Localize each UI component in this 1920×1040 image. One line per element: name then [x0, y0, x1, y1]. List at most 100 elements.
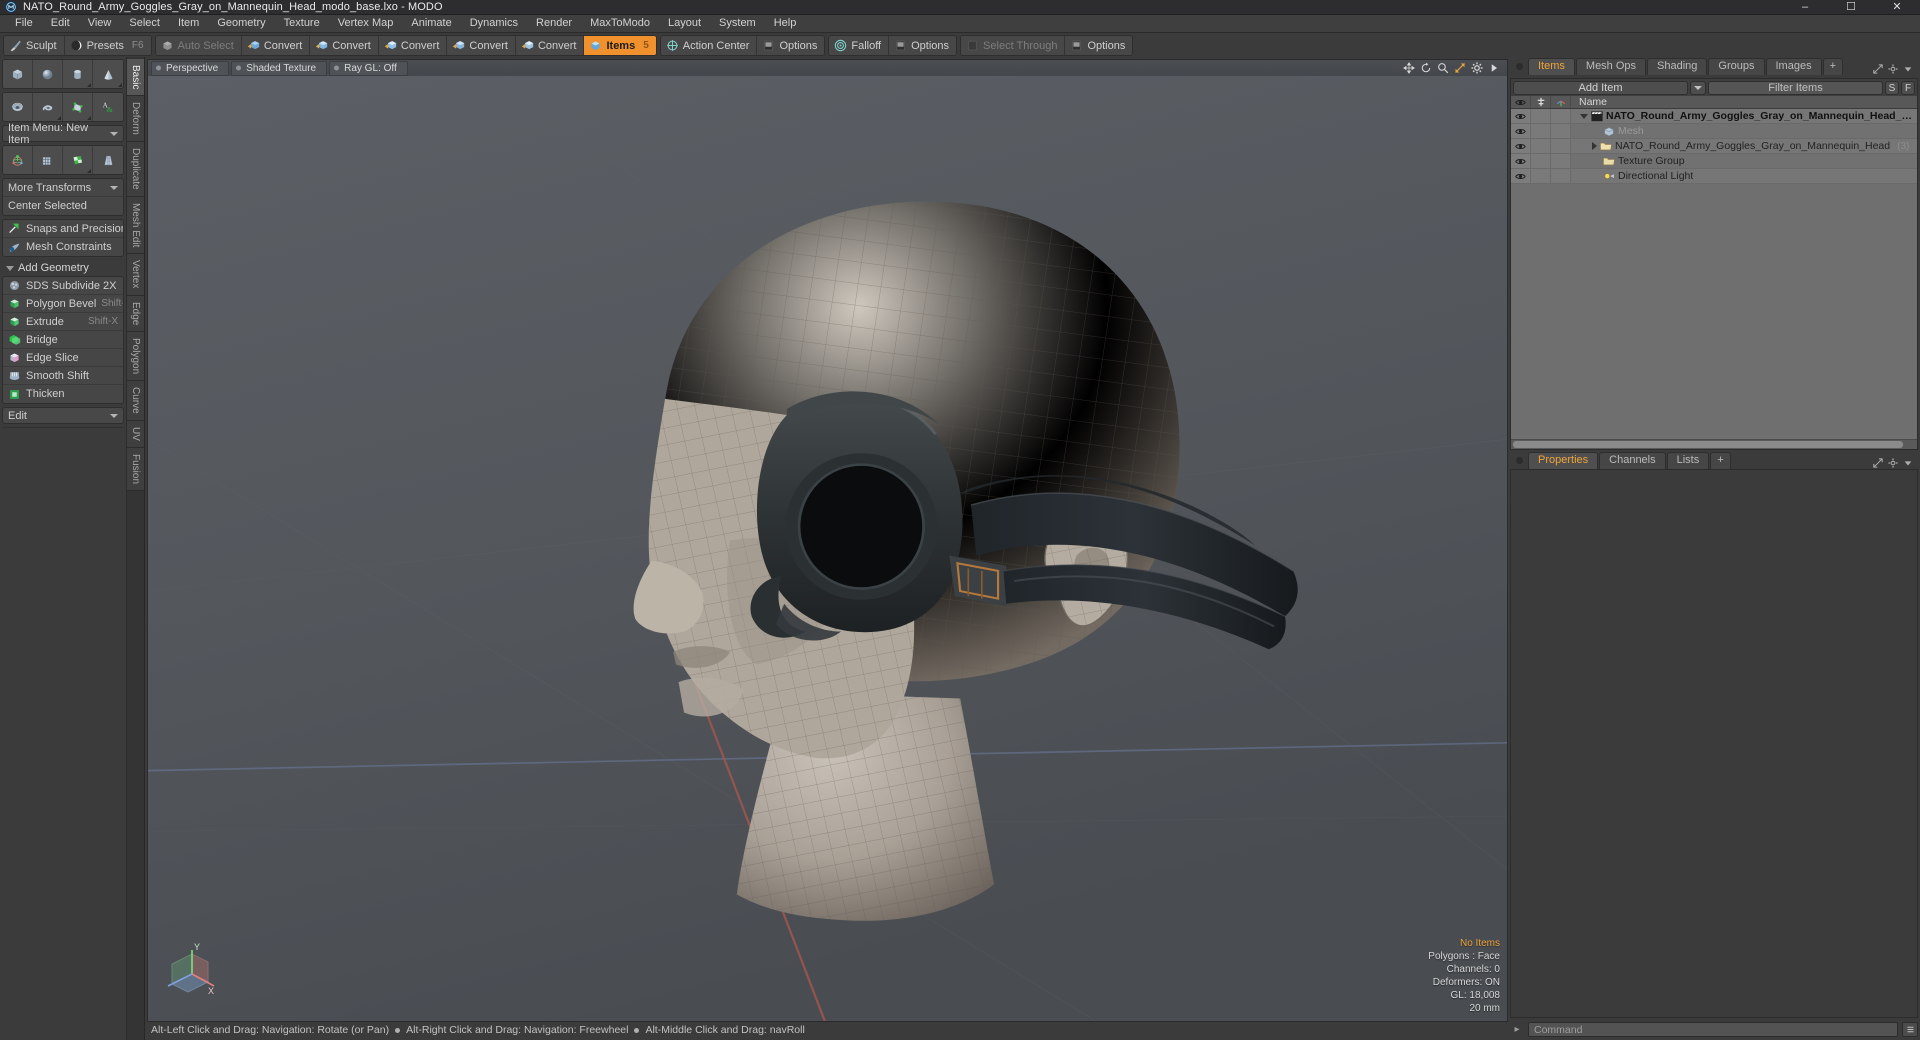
tool-smooth-shift[interactable]: Smooth Shift	[3, 367, 123, 385]
add-item-dropdown-arrow[interactable]	[1690, 81, 1706, 95]
disclosure-open-icon[interactable]	[1580, 114, 1588, 119]
toolbar-button-options-41[interactable]: Options	[1065, 36, 1132, 55]
bend-lattice-icon[interactable]	[33, 146, 63, 174]
visibility-eye-icon[interactable]	[1511, 96, 1531, 108]
gear-settings-icon[interactable]	[1471, 62, 1483, 74]
add-item-button[interactable]: Add Item	[1513, 81, 1688, 95]
item-tree-lock-cell[interactable]	[1531, 139, 1551, 153]
chevron-right-icon[interactable]: ▸	[1510, 1024, 1524, 1035]
toolbar-button-action-center-20[interactable]: Action Center	[661, 36, 758, 55]
tool-bridge[interactable]: Bridge	[3, 331, 123, 349]
item-tree-row[interactable]: Directional Light	[1511, 169, 1917, 184]
item-tree-name-cell[interactable]: Directional Light	[1571, 170, 1917, 182]
toolbar-button-options-31[interactable]: Options	[889, 36, 956, 55]
visibility-eye-icon[interactable]	[1511, 139, 1531, 153]
tab-shading[interactable]: Shading	[1647, 58, 1707, 75]
viewport-shading-selector[interactable]: Shaded Texture	[231, 61, 327, 76]
toolbar-button-presets-01[interactable]: PresetsF6	[65, 36, 151, 55]
item-tree-name-cell[interactable]: Mesh	[1571, 125, 1917, 137]
visibility-eye-icon[interactable]	[1511, 124, 1531, 138]
menu-item-animate[interactable]: Animate	[402, 16, 460, 31]
item-menu-dropdown[interactable]: Item Menu: New Item	[2, 125, 124, 142]
viewport-canvas[interactable]	[148, 60, 1507, 1021]
item-tree-name-cell[interactable]: NATO_Round_Army_Goggles_Gray_on_Mannequi…	[1571, 110, 1917, 122]
toolbar-button-convert-13[interactable]: Convert	[379, 36, 448, 55]
vertical-tab-deform[interactable]: Deform	[127, 96, 144, 142]
menu-item-maxtomodo[interactable]: MaxToModo	[581, 16, 659, 31]
3d-viewport[interactable]: Perspective Shaded Texture Ray GL: Off N…	[147, 59, 1508, 1022]
tab-lists[interactable]: Lists	[1667, 452, 1710, 469]
menu-item-layout[interactable]: Layout	[659, 16, 710, 31]
item-tree-row[interactable]: NATO_Round_Army_Goggles_Gray_on_Mannequi…	[1511, 109, 1917, 124]
menu-item-texture[interactable]: Texture	[275, 16, 329, 31]
tab-images[interactable]: Images	[1766, 58, 1822, 75]
tab-mesh-ops[interactable]: Mesh Ops	[1576, 58, 1646, 75]
tab-add[interactable]: +	[1823, 58, 1843, 75]
item-tree-axis-cell[interactable]	[1551, 124, 1571, 138]
play-arrow-icon[interactable]	[1488, 62, 1500, 74]
visibility-eye-icon[interactable]	[1511, 109, 1531, 123]
item-tree-row[interactable]: Mesh	[1511, 124, 1917, 139]
item-tree-name-cell[interactable]: NATO_Round_Army_Goggles_Gray_on_Mannequi…	[1571, 140, 1917, 152]
fit-expand-icon[interactable]	[1454, 62, 1466, 74]
chevron-down-icon[interactable]	[1903, 458, 1913, 468]
filter-select-button[interactable]: S	[1885, 81, 1899, 95]
menu-item-item[interactable]: Item	[169, 16, 208, 31]
torus-primitive-icon[interactable]	[3, 93, 33, 121]
gear-icon[interactable]	[1888, 458, 1898, 468]
toolbar-button-options-21[interactable]: Options	[757, 36, 824, 55]
toolbar-button-auto-select-10[interactable]: Auto Select	[156, 36, 242, 55]
spiral-primitive-icon[interactable]	[33, 93, 63, 121]
polygon-primitive-icon[interactable]	[63, 93, 93, 121]
toolbar-button-convert-12[interactable]: Convert	[310, 36, 379, 55]
cone-primitive-icon[interactable]	[93, 60, 123, 88]
scrollbar-thumb[interactable]	[1513, 441, 1903, 448]
item-tree-axis-cell[interactable]	[1551, 154, 1571, 168]
menu-item-vertex-map[interactable]: Vertex Map	[329, 16, 403, 31]
menu-item-dynamics[interactable]: Dynamics	[461, 16, 527, 31]
popout-icon[interactable]	[1873, 64, 1883, 74]
tool-thicken[interactable]: Thicken	[3, 385, 123, 403]
vertical-tab-vertex[interactable]: Vertex	[127, 254, 144, 295]
visibility-eye-icon[interactable]	[1511, 154, 1531, 168]
menu-item-select[interactable]: Select	[120, 16, 169, 31]
command-input[interactable]: Command	[1528, 1022, 1898, 1037]
viewport-raygl-toggle[interactable]: Ray GL: Off	[329, 61, 408, 76]
edit-dropdown[interactable]: Edit	[2, 407, 124, 424]
menu-item-help[interactable]: Help	[765, 16, 806, 31]
tool-edge-slice[interactable]: Edge Slice	[3, 349, 123, 367]
more-transforms-dropdown[interactable]: More Transforms	[3, 179, 123, 197]
menu-item-file[interactable]: File	[6, 16, 42, 31]
menu-item-geometry[interactable]: Geometry	[208, 16, 274, 31]
mesh-constraints-button[interactable]: Mesh Constraints	[3, 238, 123, 256]
tool-polygon-bevel[interactable]: Polygon BevelShift-B	[3, 295, 123, 313]
vertical-tab-curve[interactable]: Curve	[127, 381, 144, 421]
vertical-tab-polygon[interactable]: Polygon	[127, 332, 144, 381]
item-tree-row[interactable]: Texture Group	[1511, 154, 1917, 169]
popout-icon[interactable]	[1873, 458, 1883, 468]
rotate-icon[interactable]	[1420, 62, 1432, 74]
menu-item-render[interactable]: Render	[527, 16, 581, 31]
item-tree-lock-cell[interactable]	[1531, 124, 1551, 138]
visibility-eye-icon[interactable]	[1511, 169, 1531, 183]
lock-icon[interactable]	[1531, 96, 1551, 108]
taper-lattice-icon[interactable]	[93, 146, 123, 174]
command-menu-button[interactable]	[1902, 1022, 1918, 1037]
disclosure-closed-icon[interactable]	[1592, 142, 1597, 150]
menu-item-view[interactable]: View	[79, 16, 121, 31]
toolbar-button-items-16[interactable]: Items5	[584, 36, 655, 55]
cube-primitive-icon[interactable]	[3, 60, 33, 88]
item-tree-lock-cell[interactable]	[1531, 109, 1551, 123]
cylinder-primitive-icon[interactable]	[63, 60, 93, 88]
item-tree-body[interactable]: NATO_Round_Army_Goggles_Gray_on_Mannequi…	[1511, 109, 1917, 439]
toolbar-button-sculpt-00[interactable]: Sculpt	[4, 36, 65, 55]
toolbar-button-convert-15[interactable]: Convert	[516, 36, 585, 55]
item-tree-axis-cell[interactable]	[1551, 139, 1571, 153]
filter-items-input[interactable]: Filter Items	[1708, 81, 1883, 95]
vertical-tab-fusion[interactable]: Fusion	[127, 448, 144, 491]
vertical-tab-duplicate[interactable]: Duplicate	[127, 142, 144, 197]
tool-extrude[interactable]: ExtrudeShift-X	[3, 313, 123, 331]
tool-sds-subdivide-2x[interactable]: SDS Subdivide 2X	[3, 277, 123, 295]
tab-add[interactable]: +	[1710, 452, 1730, 469]
tab-groups[interactable]: Groups	[1708, 58, 1764, 75]
